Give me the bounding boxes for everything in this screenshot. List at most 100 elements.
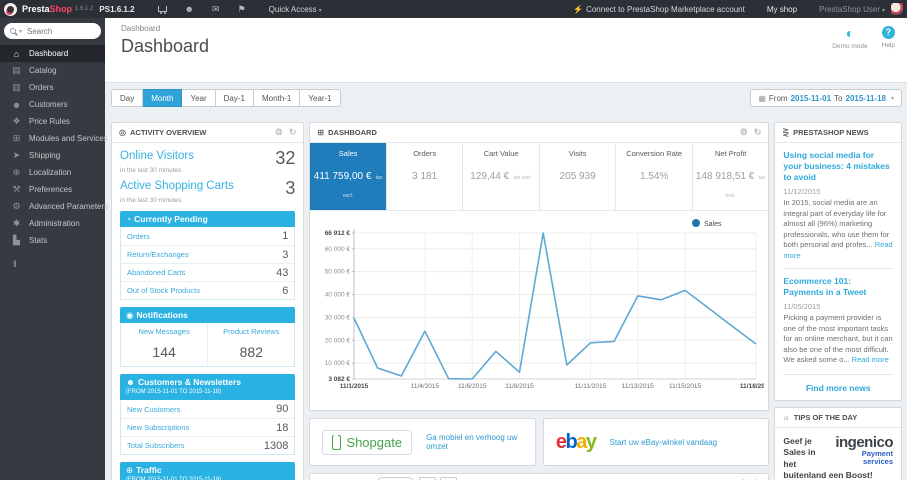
news-body: Using social media for your business: 4 …: [775, 143, 901, 400]
stats-icon: ▙: [13, 235, 20, 245]
orders-icon: ▥: [12, 82, 21, 92]
new-messages-link[interactable]: New Messages: [123, 327, 205, 340]
orders-link[interactable]: Orders: [127, 232, 150, 241]
ebay-banner[interactable]: ebay Start uw eBay-winkel vandaag: [542, 418, 770, 466]
date-filter-month[interactable]: Month: [143, 89, 183, 107]
return-exchanges-link[interactable]: Return/Exchanges: [127, 250, 189, 259]
sidebar-item-localization[interactable]: ⊕ Localization: [0, 164, 105, 181]
kpi-tab-visits[interactable]: Visits 205 939: [538, 143, 616, 210]
date-filter-day[interactable]: Day: [111, 89, 144, 107]
breadcrumb[interactable]: Dashboard: [121, 24, 160, 33]
new-subscriptions-link[interactable]: New Subscriptions: [127, 423, 189, 432]
news-panel-header: ⋛ PRESTASHOP NEWS: [775, 123, 901, 143]
sidebar-item-label: Stats: [29, 236, 48, 245]
user-menu[interactable]: PrestaShop User ▾: [819, 5, 885, 14]
kpi-tab-orders[interactable]: Orders 3 181: [385, 143, 463, 210]
currently-pending-list: Orders 1 Return/Exchanges 3 Abandoned Carts 4…: [120, 227, 296, 300]
svg-text:11/8/2015: 11/8/2015: [506, 383, 535, 390]
date-filter-day-1[interactable]: Day-1: [215, 89, 254, 107]
brand-name[interactable]: PrestaShop: [22, 4, 72, 14]
sidebar-item-orders[interactable]: ▥ Orders: [0, 79, 105, 96]
search-input[interactable]: [25, 25, 84, 37]
localization-icon: ⊕: [12, 167, 21, 177]
gear-icon[interactable]: ⚙: [275, 127, 283, 138]
messages-icon[interactable]: ✉: [212, 0, 220, 18]
product-reviews-link[interactable]: Product Reviews: [210, 327, 292, 340]
svg-text:11/15/2015: 11/15/2015: [669, 383, 701, 390]
gear-icon[interactable]: ⚙: [740, 127, 748, 138]
new-customers-link[interactable]: New Customers: [127, 405, 180, 414]
abandoned-carts-link[interactable]: Abandoned Carts: [127, 268, 185, 277]
news-excerpt: In 2015, social media are an integral pa…: [783, 198, 893, 260]
list-item: Return/Exchanges 3: [121, 245, 295, 263]
date-filter-year-1[interactable]: Year-1: [300, 89, 341, 107]
online-visitors-link[interactable]: Online Visitors: [120, 150, 194, 163]
sidebar-item-shipping[interactable]: ➤ Shipping: [0, 147, 105, 164]
sidebar-item-stats[interactable]: ▙ Stats: [0, 232, 105, 249]
kpi-tab-net-profit[interactable]: Net Profit 148 918,51 € tax excl.: [691, 143, 769, 210]
list-item: Abandoned Carts 43: [121, 263, 295, 281]
sidebar-item-label: Catalog: [29, 66, 57, 75]
version-small: 1.6.1.2: [75, 6, 94, 12]
forecast-prev-button[interactable]: «: [419, 476, 437, 480]
customer-icon[interactable]: ☻: [185, 0, 194, 18]
calendar-icon: ▦: [758, 93, 766, 103]
svg-text:11/18/2015: 11/18/2015: [740, 383, 764, 390]
sidebar-item-customers[interactable]: ☻ Customers: [0, 96, 105, 113]
chevron-down-icon: ▾: [881, 7, 885, 14]
total-subscribers-link[interactable]: Total Subscribers: [127, 441, 185, 450]
help-icon[interactable]: ?: [881, 26, 895, 39]
marketplace-link[interactable]: ⚡ Connect to PrestaShop Marketplace accou…: [573, 5, 745, 14]
sidebar-item-preferences[interactable]: ⚒ Preferences: [0, 181, 105, 198]
active-carts-link[interactable]: Active Shopping Carts: [120, 180, 234, 193]
kpi-suffix: tax excl.: [513, 175, 533, 181]
sidebar-item-administration[interactable]: ✱ Administration: [0, 215, 105, 232]
catalog-icon: ▤: [12, 65, 21, 75]
date-filter-month-1[interactable]: Month-1: [253, 89, 301, 107]
search-icon: [10, 28, 16, 34]
news-headline[interactable]: Using social media for your business: 4 …: [783, 150, 893, 183]
svg-text:11/1/2015: 11/1/2015: [340, 383, 369, 390]
news-date: 11/05/2015: [783, 302, 821, 312]
search-scope-caret[interactable]: ▾: [19, 28, 22, 35]
my-shop-link[interactable]: My shop: [767, 5, 797, 14]
collapse-menu-icon[interactable]: ‖: [0, 249, 105, 269]
shopgate-banner[interactable]: Shopgate Ga mobiel en verhoog uw omzet: [309, 418, 536, 466]
kpi-tab-cart-value[interactable]: Cart Value 129,44 € tax excl.: [462, 143, 539, 210]
refresh-icon[interactable]: ↻: [289, 127, 297, 138]
ebay-link[interactable]: Start uw eBay-winkel vandaag: [610, 438, 718, 447]
forecast-next-button[interactable]: »: [440, 476, 458, 480]
news-headline[interactable]: Ecommerce 101: Payments in a Tweet: [783, 276, 893, 298]
kpi-tab-conversion-rate[interactable]: Conversion Rate 1.54%: [615, 143, 692, 210]
avatar[interactable]: [891, 3, 903, 15]
news-article: Ecommerce 101: Payments in a Tweet 11/05/…: [783, 268, 893, 366]
out-of-stock-products-link[interactable]: Out of Stock Products: [127, 286, 200, 295]
read-more-link[interactable]: Read more: [852, 355, 889, 364]
cart-icon[interactable]: [157, 6, 167, 14]
currently-pending-header: ◔ Currently Pending: [120, 211, 296, 227]
quick-access-menu[interactable]: Quick Access ▾: [269, 5, 322, 14]
svg-text:11/11/2015: 11/11/2015: [575, 383, 607, 390]
refresh-icon[interactable]: ↻: [754, 127, 762, 138]
chevron-down-icon: ▾: [318, 7, 322, 14]
date-range-button[interactable]: ▦ From 2015-11-01 To 2015-11-18 ▾: [750, 89, 902, 107]
demo-mode-toggle[interactable]: ◐: [832, 26, 867, 40]
trophy-icon[interactable]: ⚑: [238, 0, 246, 18]
sidebar-item-modules-and-services[interactable]: ⊞ Modules and Services: [0, 130, 108, 147]
search-box[interactable]: ▾: [4, 23, 101, 39]
sidebar-item-advanced-parameters[interactable]: ⚙ Advanced Parameters: [0, 198, 108, 215]
kpi-label: Sales: [338, 149, 358, 158]
activity-icon: ◎: [119, 128, 126, 137]
kpi-value: 129,44 €: [470, 171, 510, 182]
news-article: Using social media for your business: 4 …: [783, 150, 893, 261]
sidebar-item-price-rules[interactable]: ❖ Price Rules: [0, 113, 105, 130]
find-more-news-link[interactable]: Find more news: [783, 373, 893, 393]
kpi-tab-sales[interactable]: Sales 411 759,00 € tax excl.: [310, 143, 386, 210]
abandoned-carts-value: 43: [276, 266, 289, 279]
forecast-year[interactable]: 2015: [376, 476, 416, 480]
sidebar-item-catalog[interactable]: ▤ Catalog: [0, 62, 105, 79]
sidebar-item-dashboard[interactable]: ⌂ Dashboard: [0, 45, 105, 62]
date-filter-year[interactable]: Year: [182, 89, 216, 107]
shopgate-link[interactable]: Ga mobiel en verhoog uw omzet: [426, 433, 523, 451]
page-title: Dashboard: [121, 36, 210, 56]
